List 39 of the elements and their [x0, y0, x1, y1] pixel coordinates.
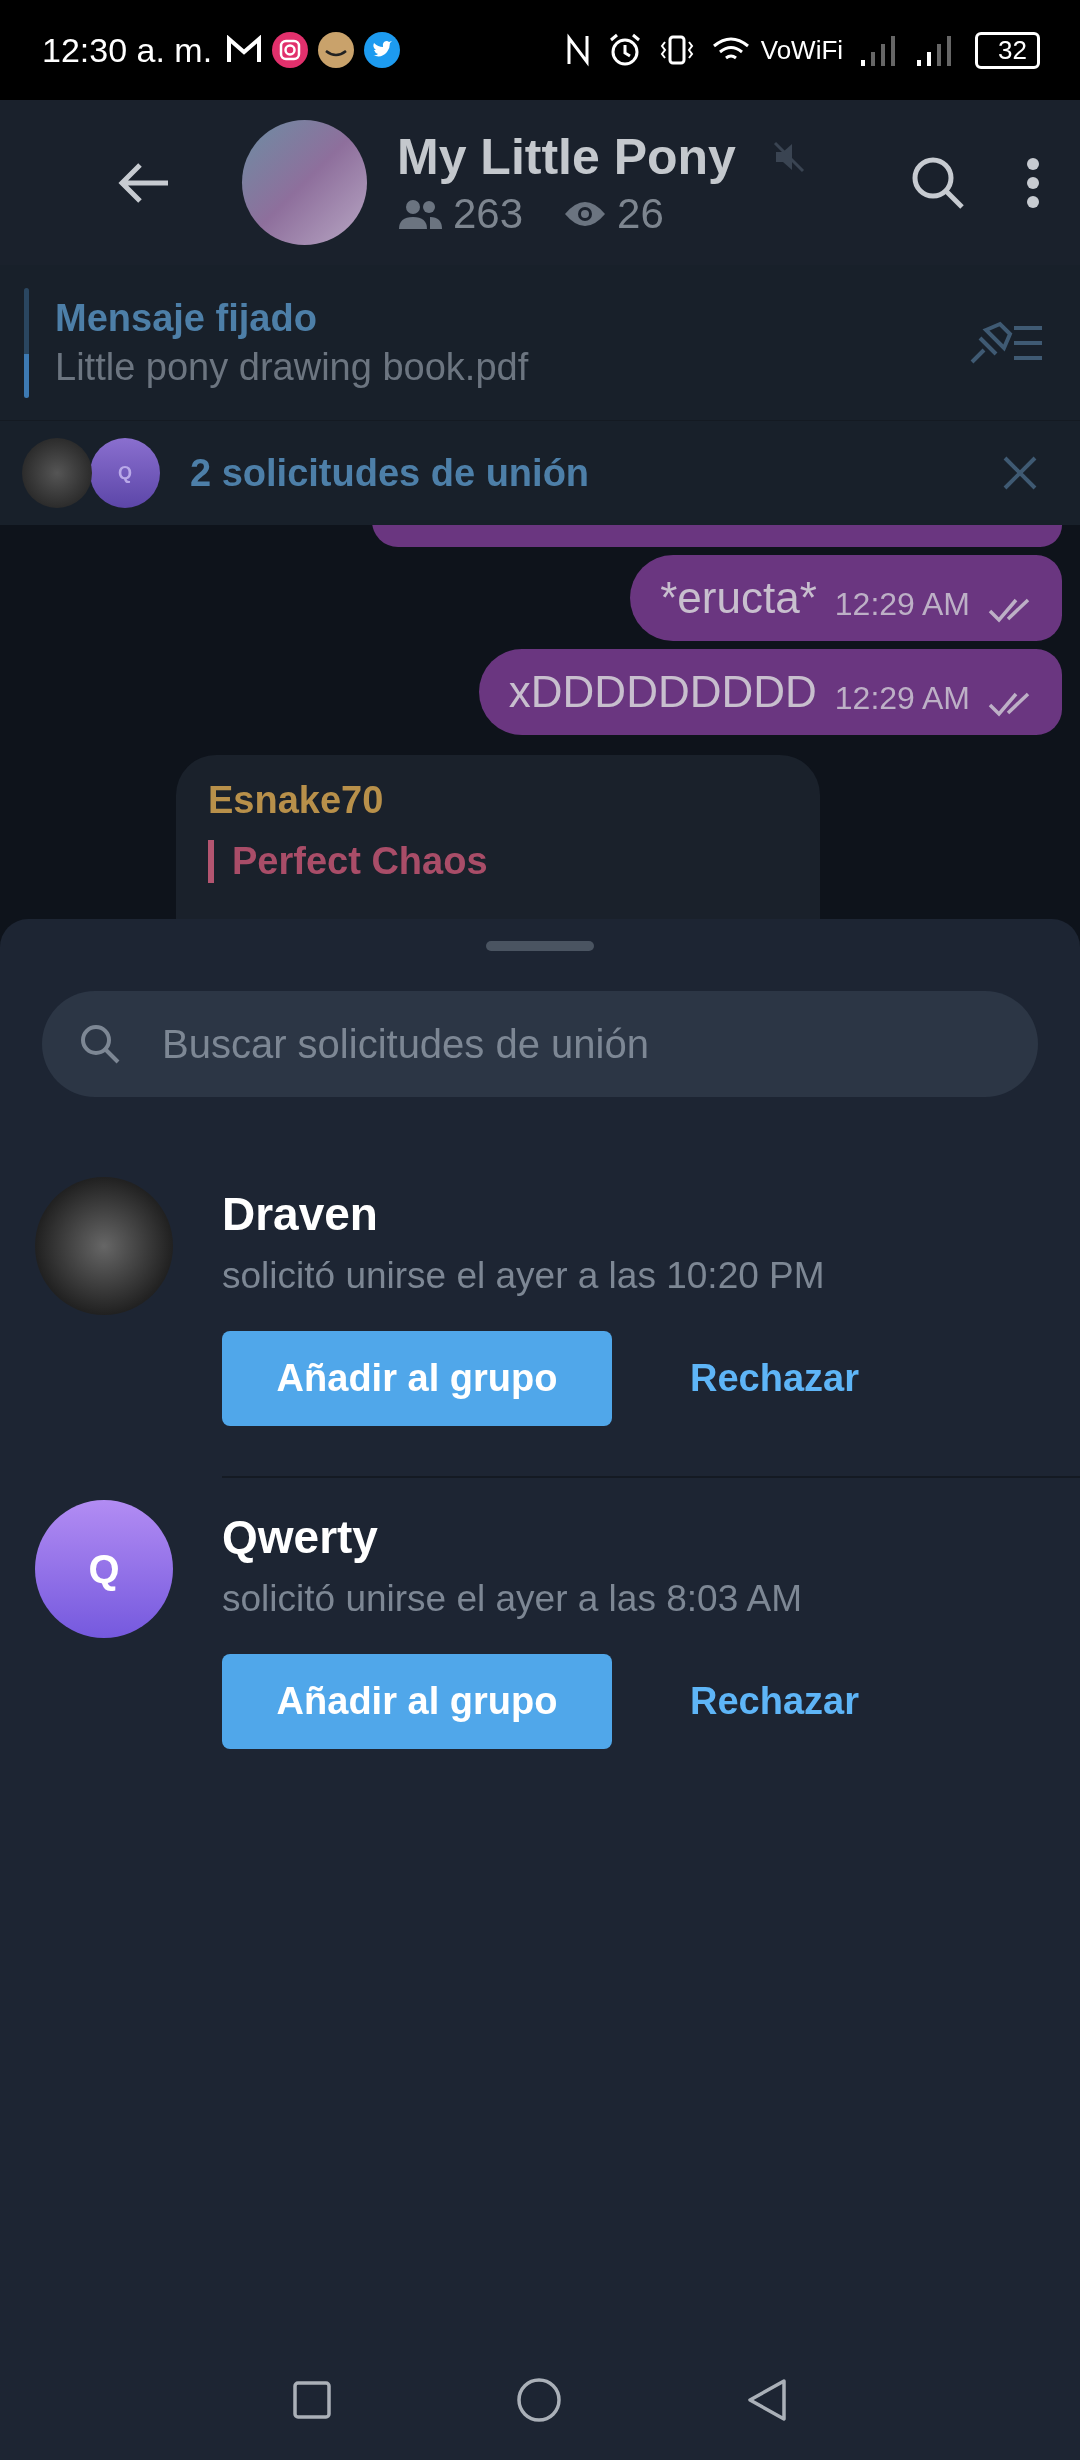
member-count: 263: [453, 189, 524, 238]
pinned-label: Mensaje fijado: [55, 296, 318, 340]
reject-button[interactable]: Rechazar: [682, 1680, 867, 1723]
more-options-icon[interactable]: [1026, 156, 1040, 209]
back-icon[interactable]: [746, 2377, 788, 2423]
status-time: 12:30 a. m.: [42, 30, 213, 70]
view-count: 26: [617, 189, 664, 238]
user-name: Qwerty: [222, 1510, 379, 1564]
avatar-initial: Q: [90, 438, 160, 508]
reject-button[interactable]: Rechazar: [682, 1357, 867, 1400]
recents-icon[interactable]: [292, 2380, 332, 2420]
camera-app-icon: [272, 32, 309, 68]
drag-handle[interactable]: [486, 941, 594, 951]
network-label: VoWiFi: [760, 34, 844, 66]
pinned-text: Little pony drawing book.pdf: [55, 345, 530, 389]
search-field[interactable]: Buscar solicitudes de unión: [42, 991, 1038, 1097]
message-time: 12:29 AM: [834, 586, 970, 623]
group-title[interactable]: My Little Pony: [397, 127, 736, 186]
add-to-group-button[interactable]: Añadir al grupo: [222, 1331, 612, 1426]
sender-name: Esnake70: [208, 779, 385, 822]
people-icon: [397, 197, 443, 230]
add-to-group-button[interactable]: Añadir al grupo: [222, 1654, 612, 1749]
home-icon[interactable]: [516, 2377, 562, 2423]
avatar-initial[interactable]: Q: [35, 1500, 173, 1638]
message-text: *eructa*: [660, 573, 817, 623]
message-text: xDDDDDDDDD: [508, 667, 817, 717]
reply-title: Perfect Chaos: [232, 840, 488, 882]
join-requests-bar[interactable]: Q 2 solicitudes de unión: [0, 420, 1080, 525]
message-time: 12:29 AM: [834, 680, 970, 717]
join-requests-label: 2 solicitudes de unión: [190, 451, 591, 495]
smile-app-icon: [318, 32, 355, 68]
user-name: Draven: [222, 1187, 379, 1241]
mail-icon: [226, 35, 263, 65]
request-time: solicitó unirse el ayer a las 8:03 AM: [222, 1578, 803, 1620]
pinned-message-bar[interactable]: Mensaje fijado Little pony drawing book.pdf: [0, 265, 1080, 420]
search-icon: [78, 1022, 122, 1066]
bird-app-icon: [364, 32, 401, 68]
request-time: solicitó unirse el ayer a las 10:20 PM: [222, 1255, 826, 1297]
battery-indicator: 32: [975, 31, 1040, 69]
